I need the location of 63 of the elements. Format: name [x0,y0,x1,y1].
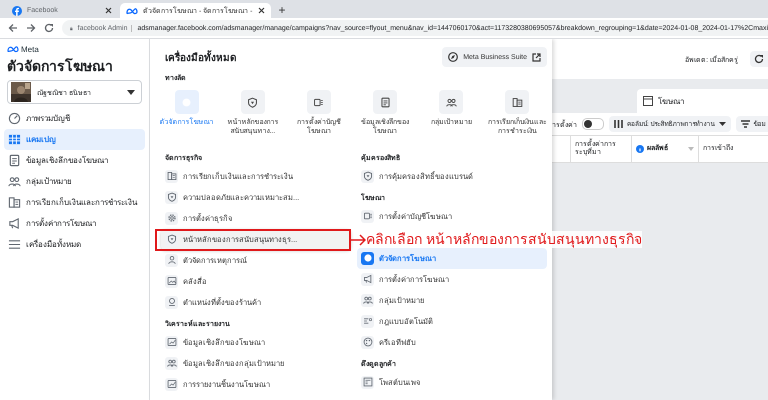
info-icon [636,145,644,153]
gear-icon [166,213,176,224]
ad-icon [643,96,653,106]
new-tab-button[interactable]: + [272,3,292,18]
ledger-icon [8,196,21,209]
shield-icon [166,192,176,202]
caret-icon [718,122,726,126]
chart-icon [166,337,176,348]
megaphone-icon [8,217,21,230]
nav-item[interactable]: เครื่องมือทั้งหมด [4,234,145,255]
rules-icon [362,316,372,326]
cards-icon [313,96,324,108]
cards-icon [362,211,372,222]
gauge-icon [8,112,21,125]
menu-icon [8,238,21,251]
refresh-button[interactable] [750,51,768,67]
caret-icon [127,90,135,94]
facebook-icon [12,6,22,16]
people-icon [446,96,457,108]
palette-icon [362,337,372,348]
nav-item[interactable]: กลุ่มเป้าหมาย [4,171,145,192]
document-icon [380,96,391,108]
image-icon [166,276,176,286]
nav-item[interactable]: การตั้งค่าการโฆษณา [4,213,145,234]
filter-icon [740,120,750,128]
nav-item[interactable]: การเรียกเก็บเงินและการชำระเงิน [4,192,145,213]
ads-tab[interactable]: โฆษณา [637,89,768,113]
meta-icon [7,46,19,53]
shield-icon [247,96,258,108]
app-title: ตัวจัดการโฆษณา [6,57,114,76]
columns-icon [614,120,623,128]
refresh-icon [754,54,764,64]
close-icon[interactable] [258,7,264,14]
ledger-icon [512,96,523,108]
nav-item[interactable]: แคมเปญ [4,129,145,150]
menu-title: เครื่องมือทั้งหมด [165,50,236,64]
table-icon [8,133,21,146]
brand-name: Meta [21,45,39,54]
ledger-icon [166,171,176,182]
toggle-switch[interactable] [582,118,604,130]
compass-icon [448,52,458,62]
page-icon [362,377,372,388]
external-link-icon [532,52,541,62]
sort-icon [688,147,694,151]
people-icon [362,295,372,306]
location-icon [166,297,176,308]
close-icon[interactable] [105,7,112,14]
annotation-text: คลิกเลือก หน้าหลักของการสนับสนุนทางธุรกิจ [366,231,642,248]
forward-icon[interactable] [26,23,36,33]
people-icon [166,358,176,368]
reload-icon[interactable] [44,23,54,33]
nav-item[interactable]: ข้อมูลเชิงลึกของโฆษณา [4,150,145,171]
person-icon [166,255,176,266]
shield-icon [166,234,176,244]
people-icon [8,175,21,188]
document-icon [8,154,21,167]
meta-icon [126,6,138,14]
shield-icon [362,171,372,182]
nav-item[interactable]: ภาพรวมบัญชี [4,108,145,129]
chart-icon [166,379,176,390]
megaphone-icon [362,274,372,284]
back-icon[interactable] [8,23,18,33]
arrow [350,234,366,246]
